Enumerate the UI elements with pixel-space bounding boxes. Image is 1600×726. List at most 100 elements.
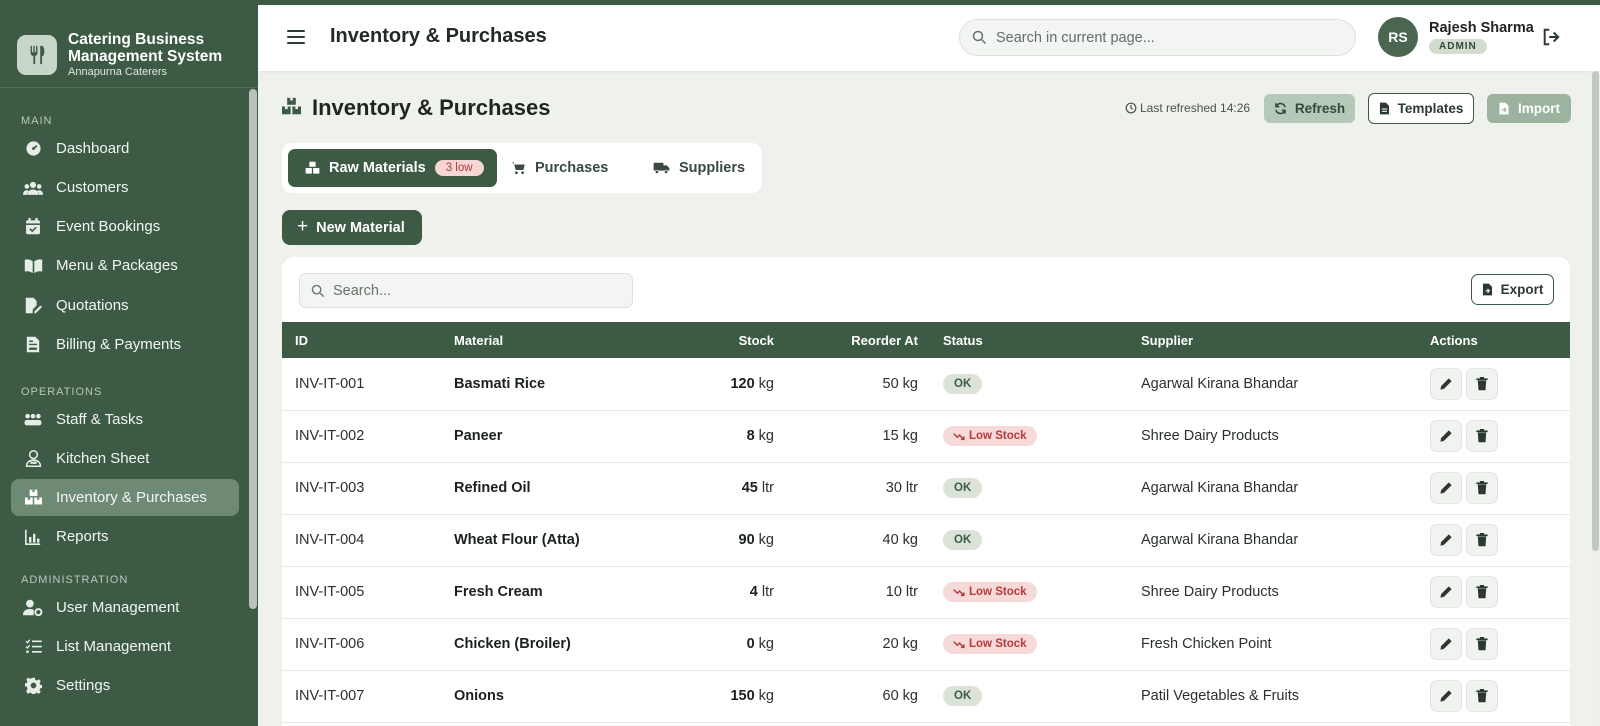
cell-material: Paneer <box>454 428 503 444</box>
materials-card: Export ID Material Stock Reorder At Stat… <box>282 257 1570 726</box>
edit-button[interactable] <box>1430 472 1462 504</box>
user-name: Rajesh Sharma <box>1429 20 1534 36</box>
edit-button[interactable] <box>1430 368 1462 400</box>
sidebar-item-quotations[interactable]: Quotations <box>11 287 239 324</box>
export-button[interactable]: Export <box>1471 274 1554 305</box>
sidebar-item-dashboard[interactable]: Dashboard <box>11 130 239 167</box>
export-label: Export <box>1500 282 1544 297</box>
section-administration: ADMINISTRATION <box>21 574 129 586</box>
import-button[interactable]: Import <box>1487 94 1571 123</box>
delete-button[interactable] <box>1466 472 1498 504</box>
sidebar-item-label: User Management <box>56 599 180 616</box>
refresh-icon <box>1275 102 1286 115</box>
delete-button[interactable] <box>1466 576 1498 608</box>
cell-supplier: Agarwal Kirana Bhandar <box>1141 480 1299 496</box>
cell-material: Onions <box>454 688 504 704</box>
table-row[interactable]: INV-IT-002 Paneer 8 kg 15 kg Low Stock Shree … <box>282 410 1570 463</box>
status-badge: OK <box>943 478 983 498</box>
delete-button[interactable] <box>1466 420 1498 452</box>
cell-id: INV-IT-004 <box>295 532 365 548</box>
sidebar-item-inventory[interactable]: Inventory & Purchases <box>11 479 239 516</box>
delete-button[interactable] <box>1466 628 1498 660</box>
status-badge: Low Stock <box>943 634 1037 654</box>
table-row[interactable]: INV-IT-005 Fresh Cream 4 ltr 10 ltr Low Stoc… <box>282 566 1570 619</box>
new-material-button[interactable]: + New Material <box>282 210 422 245</box>
pencil-icon <box>1439 429 1453 443</box>
status-text: Low Stock <box>969 430 1027 442</box>
trend-down-icon <box>953 640 965 648</box>
table-search[interactable] <box>299 273 633 308</box>
sidebar-item-staff-tasks[interactable]: Staff & Tasks <box>11 401 239 438</box>
inventory-tabs: Raw Materials 3 low Purchases Suppliers <box>282 143 762 193</box>
cell-id: INV-IT-003 <box>295 480 365 496</box>
table-row[interactable]: INV-IT-001 Basmati Rice 120 kg 50 kg OK Agarw… <box>282 358 1570 411</box>
status-badge: Low Stock <box>943 426 1037 446</box>
last-refreshed: Last refreshed 14:26 <box>1125 101 1250 115</box>
stock-unit: ltr <box>761 480 774 496</box>
cell-supplier: Patil Vegetables & Fruits <box>1141 688 1299 704</box>
avatar[interactable]: RS <box>1378 17 1418 57</box>
edit-button[interactable] <box>1430 628 1462 660</box>
file-import-icon <box>1499 102 1509 115</box>
cell-material: Wheat Flour (Atta) <box>454 532 580 548</box>
tab-raw-materials[interactable]: Raw Materials 3 low <box>288 149 497 187</box>
edit-button[interactable] <box>1430 524 1462 556</box>
pencil-icon <box>1439 585 1453 599</box>
col-supplier[interactable]: Supplier <box>1141 333 1193 348</box>
cell-stock: 120 kg <box>730 376 774 392</box>
edit-button[interactable] <box>1430 576 1462 608</box>
edit-button[interactable] <box>1430 680 1462 712</box>
chef-icon <box>23 449 43 469</box>
status-badge: OK <box>943 530 983 550</box>
sidebar-scrollbar[interactable] <box>249 89 257 609</box>
stock-unit: ltr <box>761 584 774 600</box>
sidebar-item-label: Billing & Payments <box>56 336 182 353</box>
col-material[interactable]: Material <box>454 333 503 348</box>
cell-reorder: 50 kg <box>882 376 918 392</box>
hamburger-menu-icon[interactable] <box>286 27 306 47</box>
delete-button[interactable] <box>1466 524 1498 556</box>
sidebar-item-event-bookings[interactable]: Event Bookings <box>11 208 239 245</box>
edit-button[interactable] <box>1430 420 1462 452</box>
cell-reorder: 60 kg <box>882 688 918 704</box>
search-icon <box>311 284 325 297</box>
sidebar-item-reports[interactable]: Reports <box>11 518 239 555</box>
delete-button[interactable] <box>1466 680 1498 712</box>
table-row[interactable]: INV-IT-007 Onions 150 kg 60 kg OK Patil Veget… <box>282 670 1570 723</box>
col-status[interactable]: Status <box>943 333 983 348</box>
trash-icon <box>1476 689 1488 703</box>
refresh-button[interactable]: Refresh <box>1264 94 1355 123</box>
pencil-icon <box>1439 533 1453 547</box>
table-row[interactable]: INV-IT-003 Refined Oil 45 ltr 30 ltr OK Agarw… <box>282 462 1570 515</box>
sidebar-item-user-management[interactable]: User Management <box>11 589 239 626</box>
sidebar-item-customers[interactable]: Customers <box>11 169 239 206</box>
table-row[interactable]: INV-IT-006 Chicken (Broiler) 0 kg 20 kg Low … <box>282 618 1570 671</box>
global-search-input[interactable] <box>996 29 1336 46</box>
sidebar-item-menu-packages[interactable]: Menu & Packages <box>11 247 239 284</box>
stock-value: 4 <box>749 584 758 600</box>
pencil-icon <box>1439 481 1453 495</box>
stock-unit: kg <box>758 532 774 548</box>
col-id[interactable]: ID <box>295 333 308 348</box>
cell-material: Basmati Rice <box>454 376 546 392</box>
sidebar-item-billing[interactable]: Billing & Payments <box>11 326 239 363</box>
page-scrollbar[interactable] <box>1590 71 1600 726</box>
col-reorder[interactable]: Reorder At <box>851 333 918 348</box>
global-search[interactable] <box>959 19 1356 56</box>
tab-suppliers[interactable]: Suppliers <box>653 149 745 187</box>
col-stock[interactable]: Stock <box>739 333 774 348</box>
cell-supplier: Shree Dairy Products <box>1141 428 1279 444</box>
sidebar-item-label: Inventory & Purchases <box>56 489 207 506</box>
sidebar-item-kitchen-sheet[interactable]: Kitchen Sheet <box>11 440 239 477</box>
sidebar-item-list-management[interactable]: List Management <box>11 628 239 665</box>
trend-down-icon <box>953 588 965 596</box>
cell-stock: 45 ltr <box>742 480 774 496</box>
sidebar-item-settings[interactable]: Settings <box>11 667 239 704</box>
logout-icon[interactable] <box>1542 28 1560 46</box>
delete-button[interactable] <box>1466 368 1498 400</box>
table-search-input[interactable] <box>333 282 623 299</box>
table-row[interactable]: INV-IT-004 Wheat Flour (Atta) 90 kg 40 kg OK… <box>282 514 1570 567</box>
sidebar-item-label: Menu & Packages <box>56 257 178 274</box>
tab-purchases[interactable]: Purchases <box>511 149 608 187</box>
templates-button[interactable]: Templates <box>1368 93 1474 124</box>
